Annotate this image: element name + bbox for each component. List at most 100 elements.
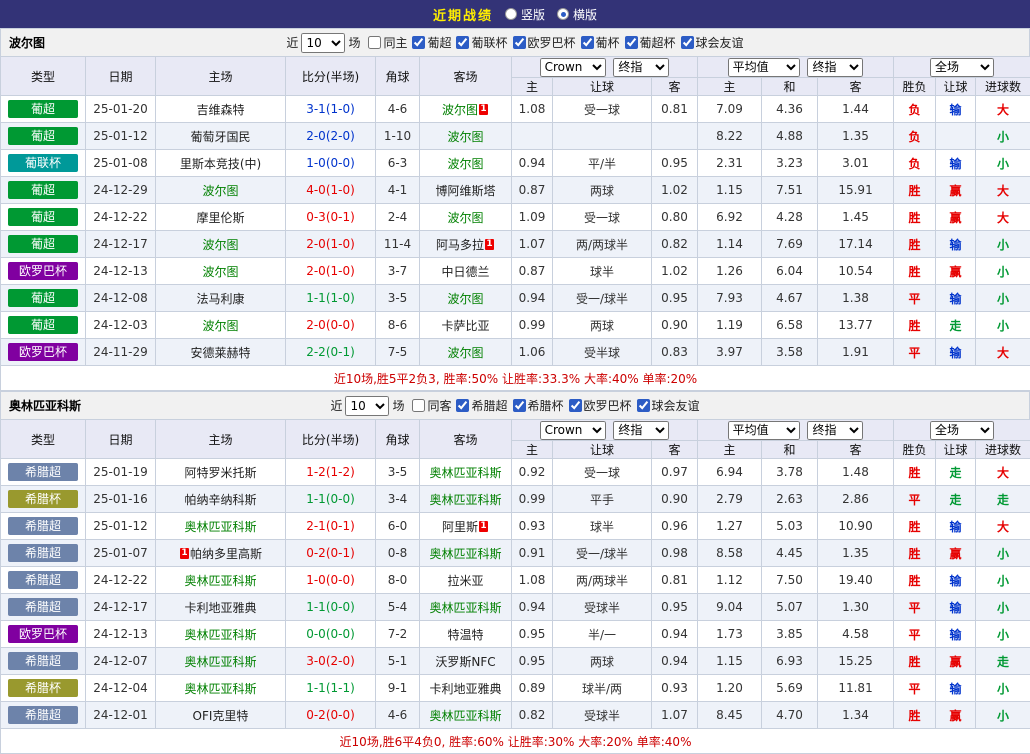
match-row: 葡超24-12-17波尔图2-0(1-0)11-4阿马多拉11.07两/两球半0… (1, 231, 1030, 258)
filter-checkbox[interactable]: 欧罗巴杯 (569, 397, 632, 414)
match-date: 24-12-22 (86, 204, 156, 231)
checkbox-input[interactable] (412, 399, 425, 412)
filter-checkbox[interactable]: 球会友谊 (681, 34, 744, 51)
team-name-text: 阿马多拉 (436, 238, 484, 252)
checkbox-input[interactable] (368, 36, 381, 49)
checkbox-input[interactable] (581, 36, 594, 49)
avg-away-odds: 17.14 (818, 231, 894, 258)
team-name-text: 卡利地亚雅典 (429, 682, 501, 696)
handicap-line: 两球 (553, 312, 652, 339)
result-winloss: 负 (894, 150, 936, 177)
recent-count-select[interactable]: 10 (345, 396, 389, 416)
handicap-line: 两球 (553, 648, 652, 675)
bookmaker-select[interactable]: Crown (540, 58, 606, 77)
red-card-badge: 1 (180, 548, 189, 559)
avg-home-odds: 6.92 (698, 204, 762, 231)
corners: 8-0 (376, 567, 420, 594)
filter-checkbox[interactable]: 葡杯 (581, 34, 620, 51)
checkbox-input[interactable] (569, 399, 582, 412)
home-team: 法马利康 (156, 285, 286, 312)
handicap-line: 受一/球半 (553, 540, 652, 567)
average-select[interactable]: 平均值 (728, 421, 800, 440)
result-handicap: 赢 (936, 648, 976, 675)
result-winloss: 平 (894, 339, 936, 366)
team-name-text: 波尔图 (447, 292, 483, 306)
match-date: 24-12-01 (86, 702, 156, 729)
final-odds-select[interactable]: 终指 (613, 421, 669, 440)
team-name-text: 卡萨比亚 (441, 319, 489, 333)
bookmaker-odds-group: Crown 终指 (512, 57, 698, 78)
filter-checkbox[interactable]: 欧罗巴杯 (513, 34, 576, 51)
match-row: 希腊超24-12-17卡利地亚雅典1-1(0-0)5-4奥林匹亚科斯0.94受球… (1, 594, 1030, 621)
corners: 4-6 (376, 96, 420, 123)
crown-home-odds: 0.94 (512, 594, 553, 621)
avg-away-odds: 1.35 (818, 540, 894, 567)
home-team: 奥林匹亚科斯 (156, 513, 286, 540)
col-home: 主场 (156, 57, 286, 96)
final-odds-select[interactable]: 终指 (807, 421, 863, 440)
team-name-text: 奥林匹亚科斯 (429, 709, 501, 723)
checkbox-input[interactable] (412, 36, 425, 49)
league-type-cell: 欧罗巴杯 (1, 258, 86, 285)
crown-away-odds: 1.02 (652, 177, 698, 204)
checkbox-input[interactable] (681, 36, 694, 49)
checkbox-input[interactable] (456, 36, 469, 49)
checkbox-input[interactable] (513, 399, 526, 412)
col-handicap: 让球 (553, 78, 652, 96)
home-team: 卡利地亚雅典 (156, 594, 286, 621)
crown-home-odds: 1.08 (512, 567, 553, 594)
home-team: 波尔图 (156, 258, 286, 285)
away-team: 波尔图 (420, 204, 512, 231)
filter-checkbox[interactable]: 希腊超 (456, 397, 507, 414)
section-header: 波尔图 近 10 场 同主葡超葡联杯欧罗巴杯葡杯葡超杯球会友谊 (0, 28, 1030, 56)
filter-checkbox[interactable]: 同客 (412, 397, 451, 414)
col-avg-away: 客 (818, 78, 894, 96)
result-winloss: 胜 (894, 177, 936, 204)
filter-checkbox[interactable]: 球会友谊 (637, 397, 700, 414)
crown-home-odds: 0.94 (512, 285, 553, 312)
match-date: 25-01-07 (86, 540, 156, 567)
full-match-select[interactable]: 全场 (930, 421, 994, 440)
handicap-line: 球半 (553, 513, 652, 540)
filter-checkbox[interactable]: 葡超 (412, 34, 451, 51)
average-select[interactable]: 平均值 (728, 58, 800, 77)
final-odds-select[interactable]: 终指 (807, 58, 863, 77)
team-name-text: 博阿维斯塔 (435, 184, 495, 198)
handicap-line: 受一球 (553, 459, 652, 486)
result-winloss: 胜 (894, 540, 936, 567)
bookmaker-select[interactable]: Crown (540, 421, 606, 440)
filter-checkbox[interactable]: 希腊杯 (513, 397, 564, 414)
checkbox-input[interactable] (513, 36, 526, 49)
recent-count-select[interactable]: 10 (301, 33, 345, 53)
match-date: 25-01-08 (86, 150, 156, 177)
avg-draw-odds: 6.04 (762, 258, 818, 285)
col-goals-result: 进球数 (976, 78, 1030, 96)
league-badge: 葡超 (8, 100, 78, 118)
crown-away-odds: 0.95 (652, 150, 698, 177)
filter-checkbox[interactable]: 葡联杯 (456, 34, 507, 51)
filter-bar: 近 10 场 同客希腊超希腊杯欧罗巴杯球会友谊 (330, 396, 699, 416)
team-name-text: 奥林匹亚科斯 (184, 520, 256, 534)
match-row: 葡超24-12-22摩里伦斯0-3(0-1)2-4波尔图1.09受一球0.806… (1, 204, 1030, 231)
team-name-text: 奥林匹亚科斯 (429, 466, 501, 480)
radio-horizontal-layout[interactable]: 横版 (557, 6, 597, 23)
score: 2-2(0-1) (286, 339, 376, 366)
checkbox-input[interactable] (625, 36, 638, 49)
team-name-text: 波尔图 (202, 265, 238, 279)
team-name-text: 法马利康 (196, 292, 244, 306)
full-match-select[interactable]: 全场 (930, 58, 994, 77)
home-team: 波尔图 (156, 177, 286, 204)
checkbox-input[interactable] (637, 399, 650, 412)
score: 1-1(0-0) (286, 486, 376, 513)
filter-checkbox[interactable]: 同主 (368, 34, 407, 51)
crown-away-odds: 0.80 (652, 204, 698, 231)
final-odds-select[interactable]: 终指 (613, 58, 669, 77)
handicap-line: 受半球 (553, 339, 652, 366)
match-row: 希腊超24-12-22奥林匹亚科斯1-0(0-0)8-0拉米亚1.08两/两球半… (1, 567, 1030, 594)
away-team: 卡利地亚雅典 (420, 675, 512, 702)
result-goals: 走 (976, 648, 1030, 675)
filter-checkbox[interactable]: 葡超杯 (625, 34, 676, 51)
checkbox-input[interactable] (456, 399, 469, 412)
radio-vertical-layout[interactable]: 竖版 (505, 6, 545, 23)
avg-away-odds: 15.91 (818, 177, 894, 204)
